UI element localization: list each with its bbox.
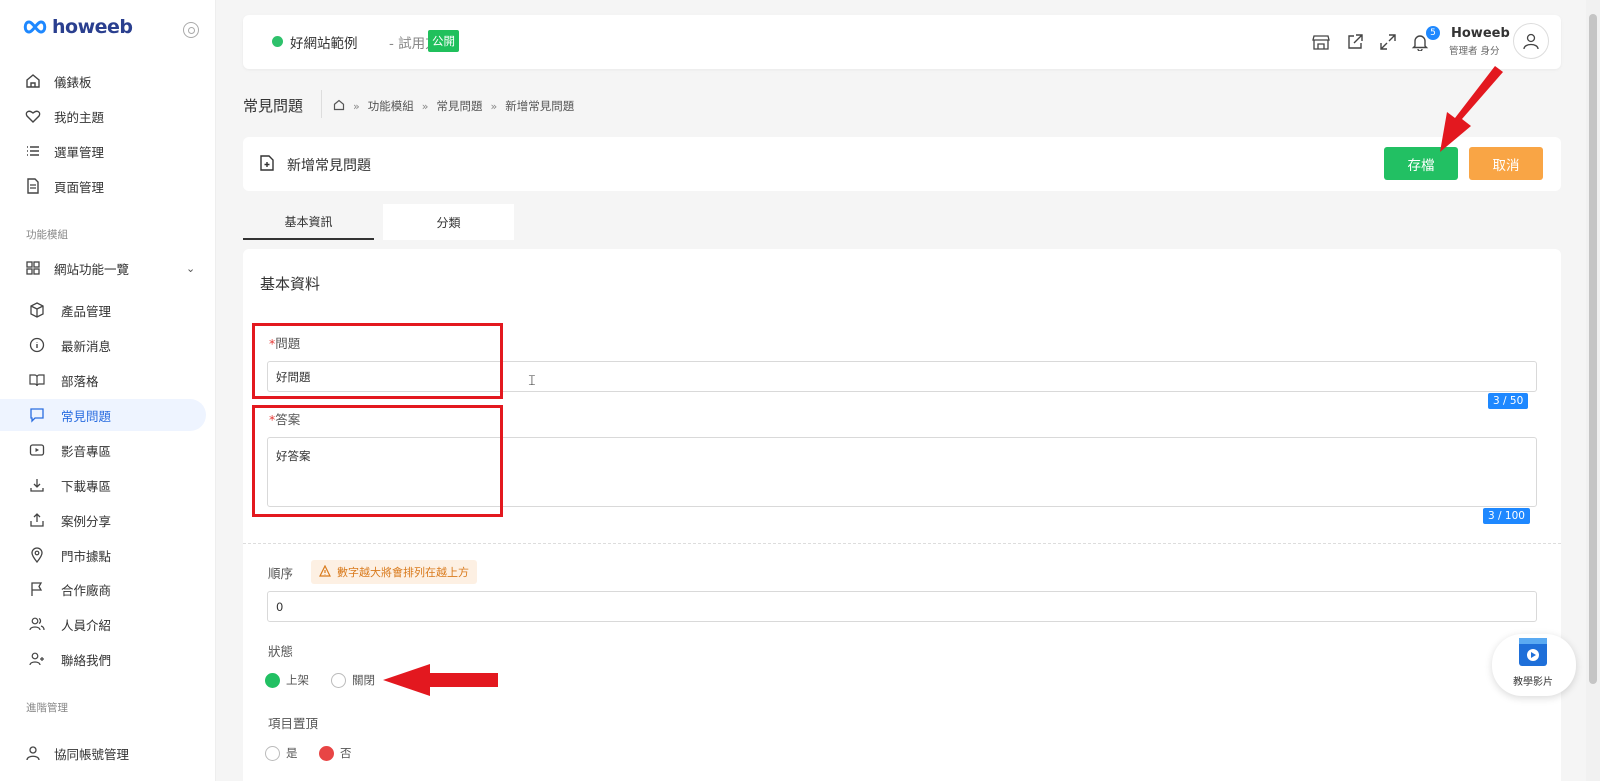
annotation-arrow-status [383,664,498,696]
annotation-arrows [383,66,1503,696]
video-clapper-icon [1519,638,1547,666]
page-scrollbar-thumb[interactable] [1589,14,1597,684]
annotation-arrow-save [1440,66,1503,152]
tutorial-video-label: 教學影片 [1513,677,1553,688]
tutorial-video-widget[interactable]: 教學影片 [1492,634,1576,696]
